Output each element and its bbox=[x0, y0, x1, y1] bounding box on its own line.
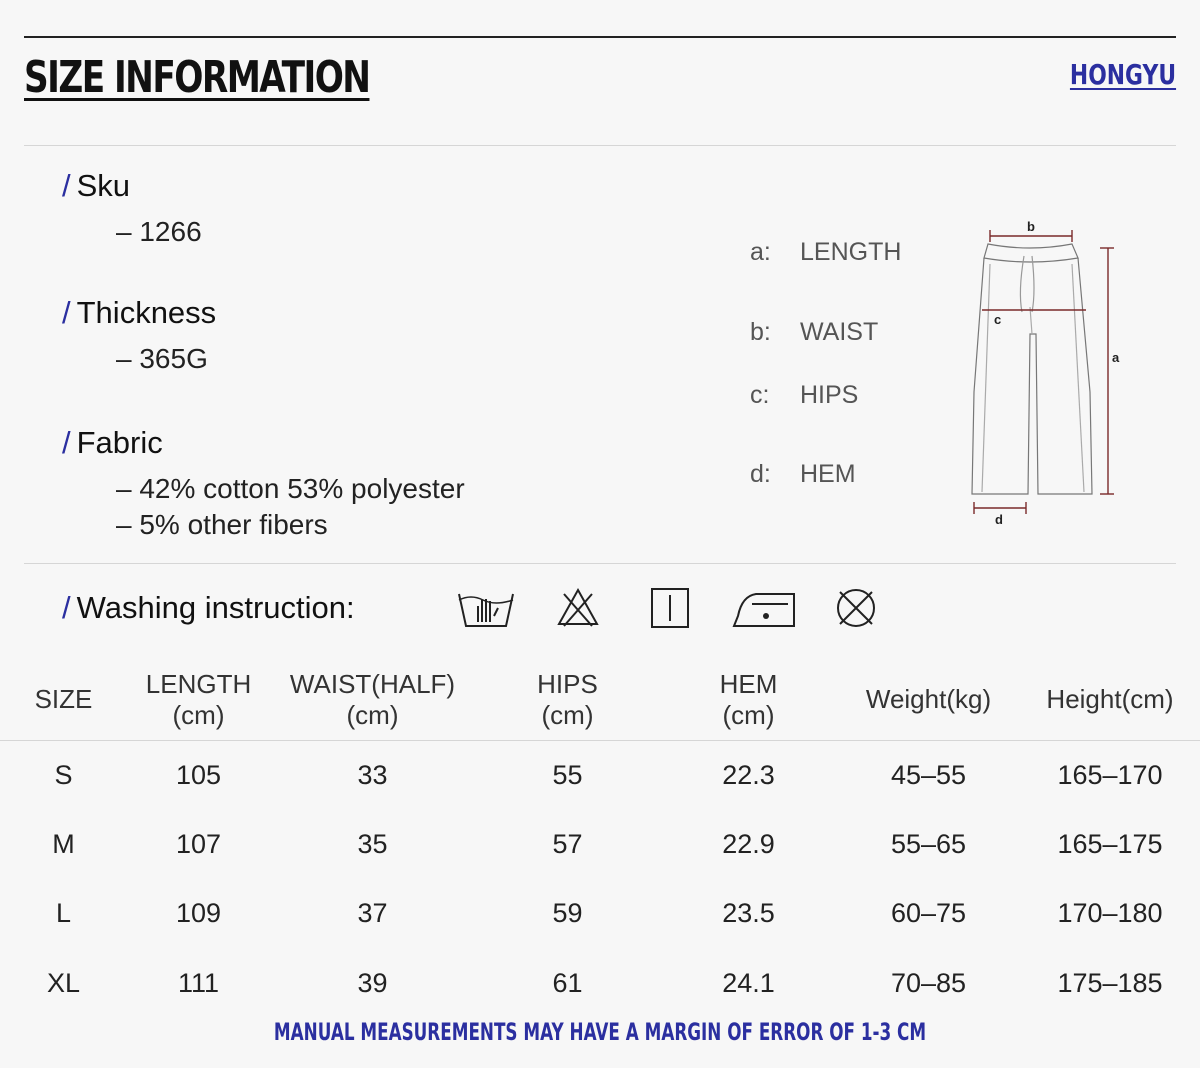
table-cell: 37 bbox=[357, 898, 388, 929]
table-cell: 165–175 bbox=[1057, 828, 1163, 859]
do-not-bleach-icon bbox=[557, 587, 599, 627]
column-header-waist: WAIST(HALF) (cm) bbox=[270, 660, 475, 741]
size-info-page: SIZE INFORMATION HONGYU / Sku – 1266 /Thi… bbox=[0, 0, 1200, 1068]
table-cell: 170–180 bbox=[1057, 898, 1163, 929]
diagram-label-b: b bbox=[1027, 219, 1035, 234]
size-table: SIZE LENGTH (cm) WAIST(HALF) (cm) HIPS (cm)… bbox=[0, 660, 1200, 1018]
fabric-heading: / Fabric bbox=[62, 425, 163, 460]
sku-heading: / Sku bbox=[62, 168, 131, 203]
thickness-value: – 365G bbox=[116, 343, 208, 374]
column-header-hips: HIPS (cm) bbox=[475, 660, 660, 741]
legend-hips: c: HIPS bbox=[750, 381, 859, 409]
hand-wash-icon bbox=[458, 593, 514, 627]
left-leg-seam bbox=[981, 263, 991, 493]
table-row: M 107 35 57 22.9 55–65 165–175 bbox=[0, 810, 1200, 880]
table-cell: 45–55 bbox=[890, 759, 967, 790]
fabric-line: – 5% other fibers bbox=[116, 509, 328, 540]
table-cell: XL bbox=[46, 967, 81, 998]
brand-link[interactable]: HONGYU bbox=[1070, 58, 1176, 91]
table-row: L 109 37 59 23.5 60–75 170–180 bbox=[0, 879, 1200, 949]
table-cell: 165–170 bbox=[1057, 759, 1163, 790]
table-cell: 22.3 bbox=[722, 759, 775, 790]
table-cell: 59 bbox=[552, 898, 583, 929]
do-not-dry-clean-icon bbox=[837, 589, 875, 627]
column-header-weight: Weight(kg) bbox=[837, 660, 1020, 741]
table-cell: 109 bbox=[175, 898, 222, 929]
table-cell: 105 bbox=[175, 759, 222, 790]
table-cell: 24.1 bbox=[722, 967, 775, 998]
diagram-label-c: c bbox=[994, 312, 1001, 327]
sku-value: – 1266 bbox=[116, 216, 202, 247]
iron-low-heat-icon bbox=[732, 593, 795, 627]
table-cell: L bbox=[55, 898, 72, 929]
fabric-line: – 42% cotton 53% polyester bbox=[116, 473, 465, 504]
page-title: SIZE INFORMATION bbox=[24, 52, 371, 103]
divider bbox=[24, 563, 1176, 564]
divider bbox=[24, 145, 1176, 146]
column-header-hem: HEM (cm) bbox=[660, 660, 837, 741]
washing-heading: / Washing instruction: bbox=[62, 590, 355, 625]
diagram-label-d: d bbox=[995, 512, 1003, 527]
table-cell: 55–65 bbox=[890, 828, 967, 859]
table-cell: 33 bbox=[357, 759, 388, 790]
table-cell: M bbox=[52, 828, 75, 859]
table-cell: S bbox=[54, 759, 73, 790]
thickness-heading: / Thickness bbox=[62, 295, 217, 330]
table-header-row: SIZE LENGTH (cm) WAIST(HALF) (cm) HIPS (cm)… bbox=[0, 660, 1200, 741]
table-cell: 22.9 bbox=[722, 828, 775, 859]
table-cell: 55 bbox=[552, 759, 583, 790]
diagram-label-a: a bbox=[1112, 350, 1120, 365]
top-divider bbox=[24, 36, 1176, 38]
table-cell: 57 bbox=[552, 828, 583, 859]
measurement-note: MANUAL MEASUREMENTS MAY HAVE A MARGIN OF… bbox=[273, 1018, 927, 1046]
table-row: S 105 33 55 22.3 45–55 165–170 bbox=[0, 740, 1200, 810]
legend-hem: d: HEM bbox=[750, 460, 856, 488]
table-cell: 39 bbox=[357, 967, 388, 998]
column-header-length: LENGTH (cm) bbox=[127, 660, 270, 741]
waistband-shape bbox=[983, 243, 1079, 263]
table-cell: 61 bbox=[552, 967, 583, 998]
table-cell: 111 bbox=[177, 967, 220, 998]
table-cell: 107 bbox=[175, 828, 222, 859]
table-cell: 23.5 bbox=[722, 898, 775, 929]
column-header-size: SIZE bbox=[0, 660, 127, 741]
table-cell: 175–185 bbox=[1057, 967, 1163, 998]
table-row: XL 111 39 61 24.1 70–85 175–185 bbox=[0, 949, 1200, 1019]
line-dry-icon bbox=[651, 588, 689, 628]
legend-waist: b: WAIST bbox=[750, 318, 879, 346]
legend-length: a: LENGTH bbox=[750, 238, 902, 266]
column-header-height: Height(cm) bbox=[1020, 660, 1200, 741]
table-cell: 70–85 bbox=[890, 967, 967, 998]
drawstring bbox=[1019, 255, 1035, 313]
table-cell: 35 bbox=[357, 828, 388, 859]
pants-measurement-diagram: b c a d bbox=[971, 219, 1120, 527]
table-cell: 60–75 bbox=[890, 898, 967, 929]
